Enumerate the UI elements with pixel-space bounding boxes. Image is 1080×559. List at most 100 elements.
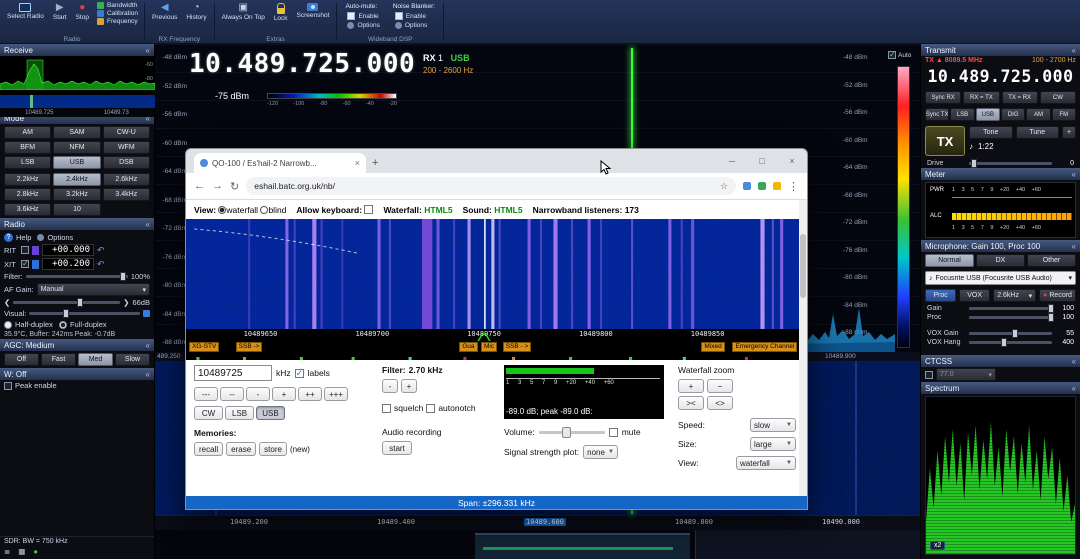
vox-hang-slider[interactable] bbox=[969, 338, 1052, 347]
options-button[interactable]: Options bbox=[37, 233, 73, 242]
bandwidth-button[interactable]: 3.6kHz bbox=[4, 203, 52, 216]
calibration-button[interactable]: Calibration bbox=[95, 10, 140, 17]
tx-sync-button[interactable]: TX = RX bbox=[1001, 91, 1038, 104]
new-tab-button[interactable]: + bbox=[372, 157, 378, 169]
previous-button[interactable]: ◀ Previous bbox=[149, 2, 180, 22]
visual-slider[interactable] bbox=[29, 309, 140, 318]
mode-button[interactable]: NFM bbox=[53, 141, 101, 154]
tune-step-button[interactable]: + bbox=[272, 387, 296, 401]
tx-sync-button[interactable]: CW bbox=[1039, 91, 1076, 104]
bandwidth-button[interactable]: 2.2kHz bbox=[4, 173, 52, 186]
decrement-icon[interactable]: ❮ bbox=[4, 298, 10, 307]
tx-mode-button[interactable]: FM bbox=[1051, 108, 1076, 121]
xit-reset-icon[interactable]: ↶ bbox=[97, 259, 105, 270]
mode-button[interactable]: BFM bbox=[4, 141, 52, 154]
tx-button[interactable]: TX bbox=[925, 126, 965, 156]
rit-checkbox[interactable] bbox=[21, 246, 29, 254]
tab-close-icon[interactable]: × bbox=[355, 158, 360, 168]
history-button[interactable]: ◔ History bbox=[183, 2, 209, 22]
view-dropdown[interactable]: waterfall ▼ bbox=[736, 456, 796, 470]
bandwidth-button[interactable]: 2.6kHz bbox=[102, 173, 150, 186]
xit-checkbox[interactable] bbox=[21, 259, 29, 268]
extension-icon[interactable] bbox=[758, 182, 766, 190]
mic-preset-button[interactable]: Other bbox=[1027, 254, 1076, 267]
memory-new-link[interactable]: (new) bbox=[290, 445, 310, 454]
lock-button[interactable]: Lock bbox=[271, 2, 291, 23]
agc-button[interactable]: Off bbox=[4, 353, 39, 366]
record-button[interactable]: ● Record bbox=[1039, 289, 1076, 302]
reload-icon[interactable]: ↻ bbox=[230, 180, 239, 193]
band-label-chip[interactable]: Mixed bbox=[701, 342, 725, 352]
waterfall-palette-bar[interactable] bbox=[897, 66, 910, 348]
nr-header[interactable]: W: Off « bbox=[0, 368, 154, 380]
bandwidth-button[interactable]: 3.2kHz bbox=[53, 188, 101, 201]
speaker-icon[interactable]: ♪ bbox=[969, 142, 973, 151]
tune-step-button[interactable]: +++ bbox=[324, 387, 349, 401]
tune-step-button[interactable]: ++ bbox=[298, 387, 322, 401]
tx-plus-button[interactable]: + bbox=[1062, 126, 1076, 139]
frequency-input[interactable] bbox=[194, 365, 272, 381]
filter-narrow-button[interactable]: - bbox=[382, 379, 398, 393]
band-label-chip[interactable]: Gua bbox=[459, 342, 478, 352]
extension-icon[interactable] bbox=[773, 182, 781, 190]
mic-preset-button[interactable]: Normal bbox=[925, 254, 974, 267]
tone-button[interactable]: Tone bbox=[969, 126, 1013, 139]
tx-frequency-display[interactable]: 10.489.725.000 bbox=[921, 65, 1080, 89]
waterfall-zoom-button[interactable]: − bbox=[707, 379, 733, 393]
rit-reset-icon[interactable]: ↶ bbox=[97, 245, 105, 256]
mic-gain-slider[interactable] bbox=[969, 304, 1054, 313]
band-label-chip[interactable]: Mic bbox=[480, 342, 498, 352]
mode-button[interactable]: WFM bbox=[102, 141, 150, 154]
receive-header[interactable]: Receive « bbox=[0, 44, 154, 56]
memory-button[interactable]: store bbox=[259, 442, 287, 456]
noise-blanker-enable-checkbox[interactable] bbox=[394, 12, 403, 20]
tx-mode-button[interactable]: Sync TX bbox=[925, 108, 950, 121]
browser-scrollbar[interactable] bbox=[799, 200, 807, 496]
agc-button[interactable]: Slow bbox=[115, 353, 150, 366]
bookmark-star-icon[interactable]: ☆ bbox=[720, 181, 728, 192]
vox-toggle-button[interactable]: VOX bbox=[959, 289, 991, 302]
af-gain-slider[interactable] bbox=[13, 298, 121, 307]
screenshot-button[interactable]: Screenshot bbox=[294, 2, 333, 20]
proc-toggle-button[interactable]: Proc bbox=[925, 289, 957, 302]
agc-button[interactable]: Fast bbox=[41, 353, 76, 366]
auto-mute-options[interactable]: Options bbox=[345, 22, 381, 29]
chrome-browser-window[interactable]: QO-100 / Es'hail-2 Narrowb... × + ─ □ × … bbox=[185, 148, 808, 510]
frequency-button[interactable]: Frequency bbox=[95, 18, 140, 25]
minimize-button[interactable]: ─ bbox=[717, 149, 747, 173]
full-duplex-radio[interactable]: Full-duplex bbox=[58, 320, 107, 329]
waterfall-zoom-button[interactable]: <> bbox=[707, 396, 733, 410]
ctcss-tone-dropdown[interactable]: 77.0 ▾ bbox=[936, 368, 996, 381]
maximize-button[interactable]: □ bbox=[747, 149, 777, 173]
websdr-waterfall[interactable] bbox=[186, 219, 807, 329]
forward-icon[interactable]: → bbox=[212, 180, 223, 192]
mode-button[interactable]: AM bbox=[4, 126, 52, 139]
rit-value[interactable]: +00.000 bbox=[42, 244, 94, 256]
websdr-frequency-ruler[interactable]: 10489650 10489700 10489750 10489800 10489850 bbox=[186, 329, 807, 343]
memory-button[interactable]: erase bbox=[226, 442, 257, 456]
tx-mode-button[interactable]: LSB bbox=[950, 108, 975, 121]
palette-auto-checkbox[interactable] bbox=[888, 50, 896, 59]
palette-auto-row[interactable]: Auto bbox=[888, 50, 911, 59]
allow-keyboard-checkbox[interactable] bbox=[364, 204, 374, 214]
volume-slider[interactable] bbox=[538, 426, 605, 438]
band-label-chip[interactable]: Emergency Channel bbox=[732, 342, 798, 352]
band-label-chip[interactable]: XG-STV bbox=[189, 342, 220, 352]
menu-dots-icon[interactable]: ⋮ bbox=[788, 180, 799, 193]
af-gain-mode-dropdown[interactable]: Manual ▾ bbox=[36, 283, 150, 296]
back-icon[interactable]: ← bbox=[194, 180, 205, 192]
websdr-mode-button[interactable]: USB bbox=[256, 406, 285, 420]
bandwidth-button[interactable]: 3.4kHz bbox=[102, 188, 150, 201]
waterfall-zoom-button[interactable]: >< bbox=[678, 396, 704, 410]
browser-tab[interactable]: QO-100 / Es'hail-2 Narrowb... × bbox=[194, 153, 366, 173]
autonotch-checkbox[interactable] bbox=[426, 403, 436, 413]
bandwidth-button[interactable]: Bandwidth bbox=[95, 2, 140, 9]
grid-icon[interactable]: ▦ bbox=[18, 547, 25, 556]
tune-step-button[interactable]: - bbox=[246, 387, 270, 401]
memory-button[interactable]: recall bbox=[194, 442, 224, 456]
help-button[interactable]: ? Help bbox=[4, 233, 31, 242]
websdr-mode-button[interactable]: LSB bbox=[225, 406, 254, 420]
spectrum-zoom-badge[interactable]: x2 bbox=[930, 541, 946, 550]
peak-enable-row[interactable]: Peak enable bbox=[0, 380, 154, 391]
start-button[interactable]: ▶ Start bbox=[50, 2, 70, 22]
